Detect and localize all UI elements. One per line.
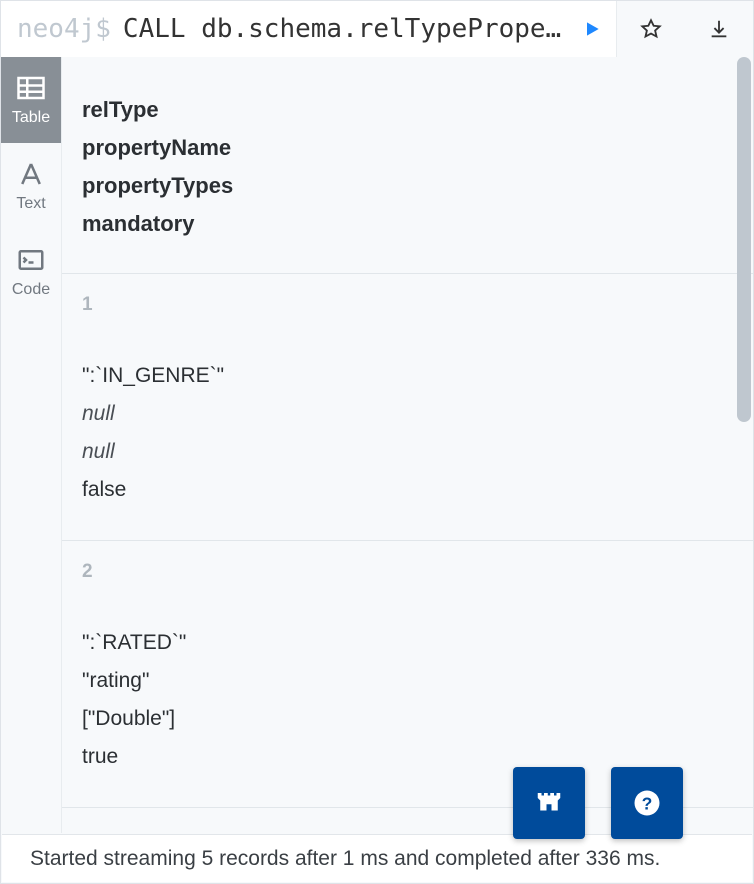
- col-propertyName: propertyName: [82, 135, 733, 161]
- text-icon: [16, 159, 46, 189]
- tab-table-label: Table: [12, 109, 50, 127]
- prompt-prefix: neo4j$: [17, 14, 111, 44]
- col-relType: relType: [82, 97, 733, 123]
- favorite-button[interactable]: [617, 1, 685, 57]
- code-icon: [16, 245, 46, 275]
- results-area: relType propertyName propertyTypes manda…: [61, 57, 753, 833]
- run-query-button[interactable]: [576, 1, 608, 57]
- castle-icon: [534, 788, 564, 818]
- cell-propertyTypes: null: [82, 440, 733, 464]
- tab-code-label: Code: [12, 281, 50, 299]
- topbar-right: [616, 1, 753, 57]
- cell-mandatory: true: [82, 745, 733, 769]
- status-bar: Started streaming 5 records after 1 ms a…: [2, 834, 752, 882]
- view-tabs: Table Text Code: [1, 57, 61, 833]
- query-bar: neo4j$ CALL db.schema.relTypePrope…: [1, 1, 753, 57]
- cell-propertyName: "rating": [82, 669, 733, 693]
- cell-mandatory: false: [82, 478, 733, 502]
- row-index: 2: [82, 561, 733, 583]
- help-button[interactable]: ?: [611, 767, 683, 839]
- question-icon: ?: [632, 788, 662, 818]
- tab-text-label: Text: [16, 195, 45, 213]
- download-button[interactable]: [685, 1, 753, 57]
- play-icon: [582, 19, 602, 39]
- tab-code[interactable]: Code: [1, 229, 61, 315]
- guide-button[interactable]: [513, 767, 585, 839]
- floating-actions: ?: [513, 767, 683, 839]
- tab-table[interactable]: Table: [1, 57, 61, 143]
- col-mandatory: mandatory: [82, 211, 733, 237]
- row-index: 1: [82, 294, 733, 316]
- status-text: Started streaming 5 records after 1 ms a…: [30, 847, 660, 871]
- query-prompt-area[interactable]: neo4j$ CALL db.schema.relTypePrope…: [1, 1, 564, 57]
- svg-text:?: ?: [642, 793, 653, 813]
- star-icon: [640, 18, 662, 40]
- cell-propertyName: null: [82, 402, 733, 426]
- col-propertyTypes: propertyTypes: [82, 173, 733, 199]
- column-headers: relType propertyName propertyTypes manda…: [62, 57, 753, 274]
- table-row: 1 ":`IN_GENRE`" null null false: [62, 274, 753, 541]
- cell-relType: ":`RATED`": [82, 631, 733, 655]
- download-icon: [708, 18, 730, 40]
- scrollbar[interactable]: [737, 57, 751, 833]
- cell-relType: ":`IN_GENRE`": [82, 364, 733, 388]
- query-text[interactable]: CALL db.schema.relTypePrope…: [123, 14, 564, 44]
- tab-text[interactable]: Text: [1, 143, 61, 229]
- scrollbar-thumb[interactable]: [737, 57, 751, 422]
- table-icon: [16, 73, 46, 103]
- cell-propertyTypes: ["Double"]: [82, 707, 733, 731]
